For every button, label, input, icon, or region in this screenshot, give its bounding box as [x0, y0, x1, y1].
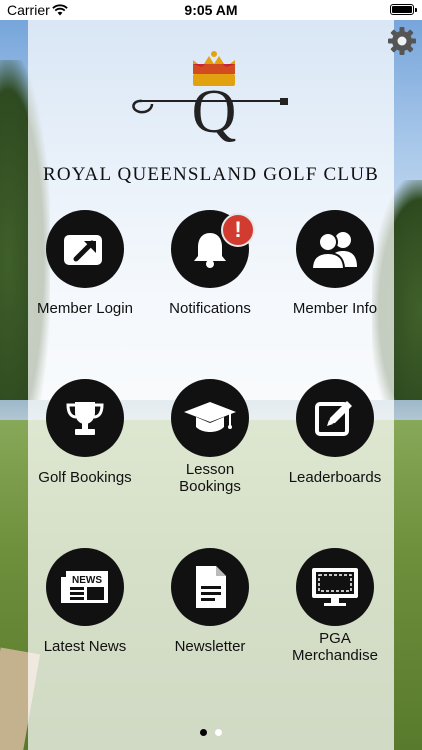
tile-leaderboards[interactable]: Leaderboards	[270, 379, 400, 486]
page-dot-2[interactable]	[215, 729, 222, 736]
golf-bookings-button[interactable]	[46, 379, 124, 457]
newspaper-icon: NEWS	[61, 571, 108, 603]
tile-newsletter[interactable]: Newsletter	[145, 548, 275, 655]
notifications-button[interactable]: !	[171, 210, 255, 288]
trophy-icon	[66, 402, 104, 435]
notification-badge: !	[221, 213, 255, 247]
pga-merchandise-label-line2: Merchandise	[292, 647, 378, 664]
golf-bookings-label: Golf Bookings	[38, 469, 132, 486]
tile-latest-news[interactable]: NEWS Latest News	[20, 548, 150, 655]
members-icon	[310, 232, 357, 270]
tile-member-login[interactable]: Member Login	[20, 210, 150, 317]
member-login-label: Member Login	[37, 300, 133, 317]
tile-member-info[interactable]: Member Info	[270, 210, 400, 317]
tile-notifications[interactable]: ! Notifications	[145, 210, 275, 317]
monitor-icon	[312, 568, 358, 606]
page-indicator[interactable]	[0, 729, 422, 736]
document-icon	[196, 566, 226, 608]
login-arrow-icon	[64, 235, 102, 265]
tile-pga-merchandise[interactable]: PGA Merchandise	[270, 548, 400, 664]
lesson-bookings-label-line1: Lesson	[185, 461, 235, 478]
newsletter-button[interactable]	[171, 548, 249, 626]
club-logo: Q	[132, 51, 288, 146]
page-dot-1[interactable]	[200, 729, 207, 736]
club-name: ROYAL QUEENSLAND GOLF CLUB	[42, 164, 380, 185]
newsletter-label: Newsletter	[174, 638, 246, 655]
latest-news-label: Latest News	[43, 638, 127, 655]
member-login-button[interactable]	[46, 210, 124, 288]
lesson-bookings-button[interactable]	[171, 379, 249, 457]
tile-golf-bookings[interactable]: Golf Bookings	[20, 379, 150, 486]
pga-merchandise-label-line1: PGA	[319, 630, 351, 647]
pga-merchandise-button[interactable]	[296, 548, 374, 626]
newspaper-text: NEWS	[72, 575, 102, 586]
leaderboards-label: Leaderboards	[288, 469, 382, 486]
notifications-label: Notifications	[169, 300, 251, 317]
leaderboards-button[interactable]	[296, 379, 374, 457]
lesson-bookings-label: Lesson Bookings	[145, 461, 275, 495]
member-info-button[interactable]	[296, 210, 374, 288]
tile-lesson-bookings[interactable]: Lesson Bookings	[145, 379, 275, 495]
member-info-label: Member Info	[292, 300, 378, 317]
gear-icon[interactable]	[386, 25, 418, 57]
edit-pencil-icon	[315, 401, 352, 436]
logo-letter: Q	[192, 78, 237, 146]
latest-news-button[interactable]: NEWS	[46, 548, 124, 626]
clock: 9:05 AM	[184, 2, 238, 18]
battery-icon	[390, 4, 417, 15]
lesson-bookings-label-line2: Bookings	[179, 478, 241, 495]
graduation-cap-icon	[184, 402, 236, 432]
pga-merchandise-label: PGA Merchandise	[270, 630, 400, 664]
status-bar: Carrier 9:05 AM	[0, 0, 422, 20]
